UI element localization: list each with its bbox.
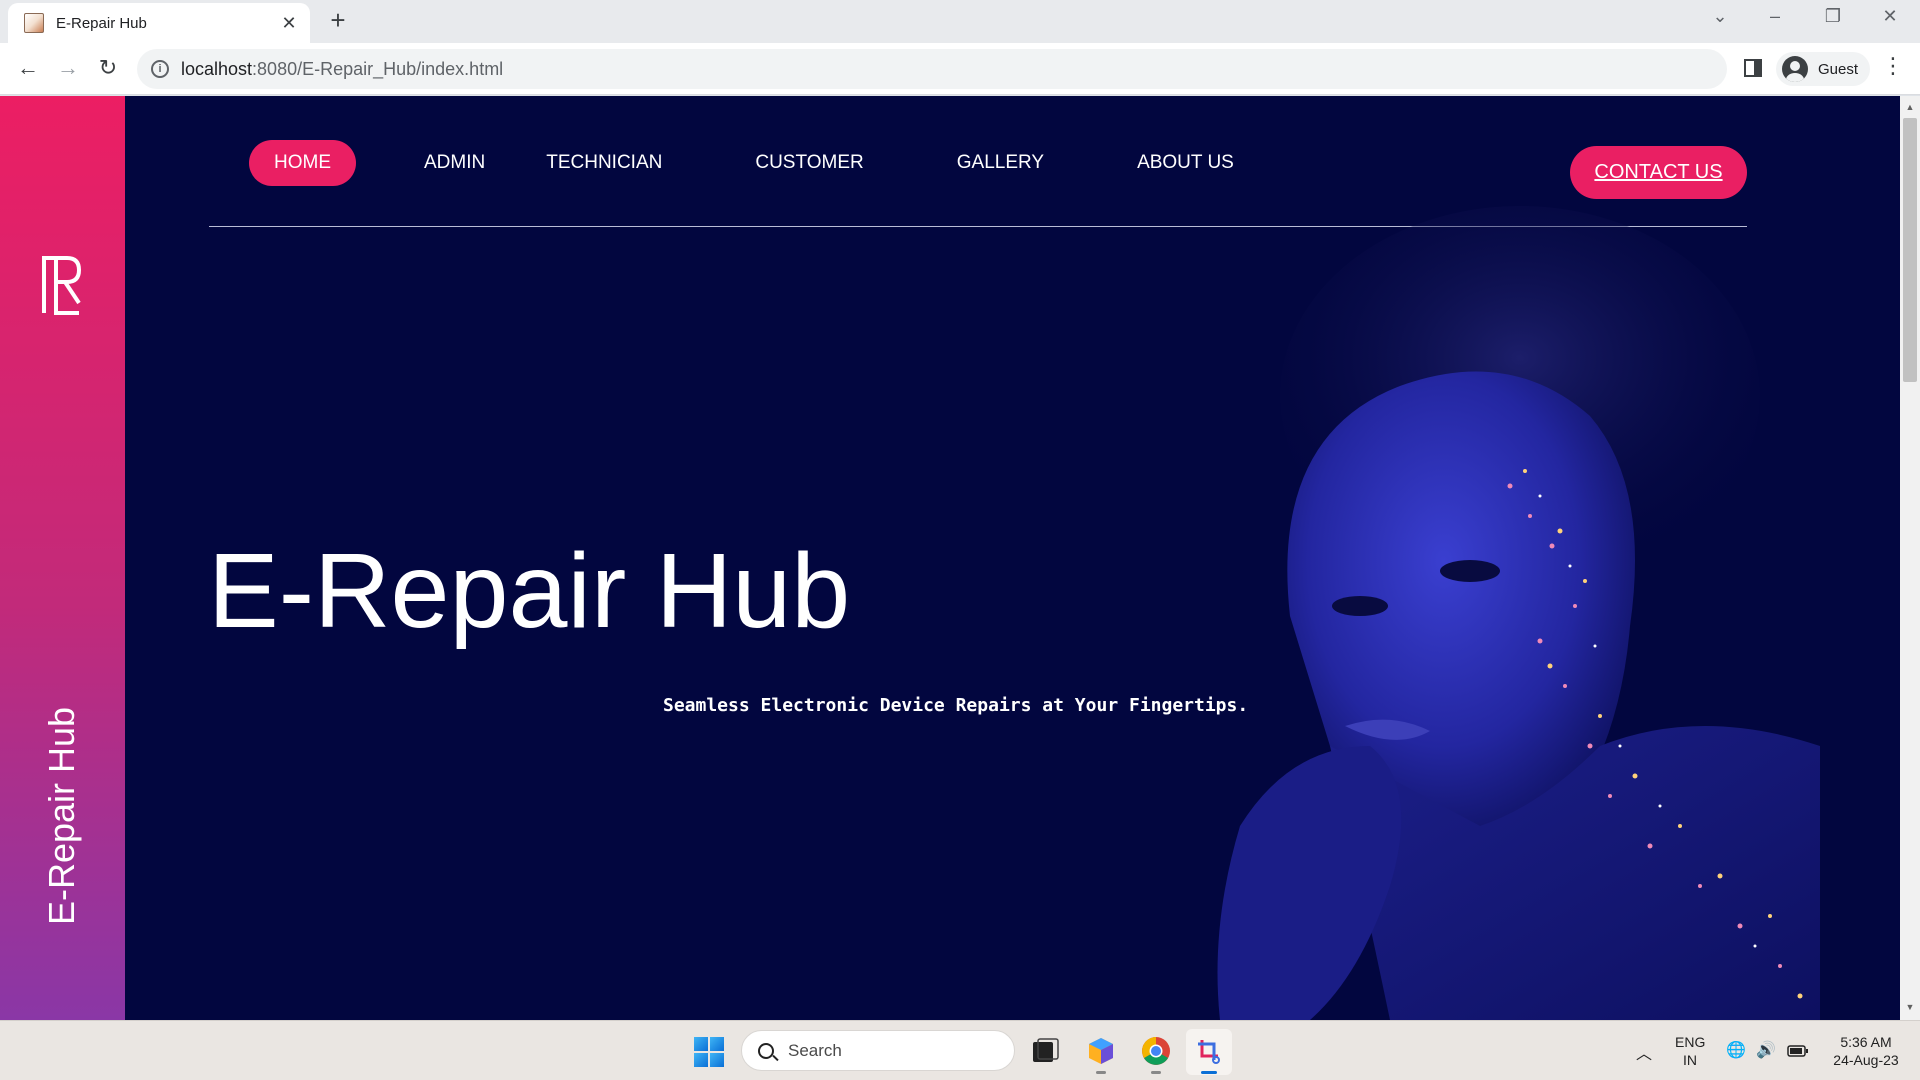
search-icon — [758, 1042, 774, 1059]
hero-portrait-image — [1217, 206, 1820, 1020]
site-info-icon[interactable]: i — [151, 60, 169, 78]
favicon-icon — [24, 13, 44, 33]
hero-subtitle: Seamless Electronic Device Repairs at Yo… — [663, 695, 1249, 716]
chrome-running-indicator — [1151, 1071, 1161, 1074]
close-window-button[interactable]: ✕ — [1870, 6, 1910, 27]
nav-gallery[interactable]: GALLERY — [957, 152, 1044, 174]
clock-date: 24-Aug-23 — [1833, 1052, 1899, 1068]
restore-button[interactable]: ❐ — [1813, 6, 1853, 27]
main-nav: HOME ADMIN TECHNICIAN CUSTOMER GALLERY A… — [249, 140, 1295, 186]
browser-tab-strip: E-Repair Hub ✕ + ⌄ – ❐ ✕ — [0, 0, 1920, 43]
taskbar-search[interactable]: Search — [741, 1030, 1015, 1071]
tab-search-chevron-icon[interactable]: ⌄ — [1700, 6, 1740, 27]
browser-toolbar: ← → ↻ i localhost:8080/E-Repair_Hub/inde… — [0, 43, 1920, 95]
volume-icon[interactable]: 🔊 — [1756, 1040, 1776, 1060]
scroll-down-icon[interactable]: ▼ — [1900, 1002, 1920, 1012]
app-cube-icon[interactable] — [1086, 1036, 1116, 1066]
browser-tab[interactable]: E-Repair Hub ✕ — [8, 3, 310, 43]
battery-icon[interactable] — [1787, 1045, 1809, 1057]
nav-customer[interactable]: CUSTOMER — [755, 152, 863, 174]
profile-button[interactable]: Guest — [1776, 52, 1871, 86]
back-button[interactable]: ← — [13, 55, 43, 81]
scroll-thumb[interactable] — [1903, 118, 1917, 382]
browser-menu-icon[interactable]: ⋮ — [1882, 53, 1904, 79]
app-running-indicator — [1096, 1071, 1106, 1074]
minimize-button[interactable]: – — [1755, 6, 1795, 27]
scroll-up-icon[interactable]: ▲ — [1900, 102, 1920, 112]
region-code: IN — [1683, 1052, 1697, 1068]
search-placeholder: Search — [788, 1040, 842, 1060]
taskbar: Search ︿ ENG IN 🌐 🔊 5:36 AM 24-Aug-23 — [0, 1020, 1920, 1080]
reload-button[interactable]: ↻ — [93, 55, 123, 81]
language-indicator[interactable]: ENG IN — [1675, 1033, 1705, 1069]
nav-technician[interactable]: TECHNICIAN — [546, 152, 662, 174]
profile-name: Guest — [1818, 60, 1859, 78]
task-view-icon[interactable] — [1030, 1036, 1060, 1066]
chrome-icon[interactable] — [1141, 1036, 1171, 1066]
url-path: :8080/E-Repair_Hub/index.html — [252, 58, 504, 79]
clock-time: 5:36 AM — [1840, 1034, 1892, 1050]
nav-about-us[interactable]: ABOUT US — [1137, 152, 1234, 174]
forward-button[interactable]: → — [53, 55, 83, 81]
nav-admin[interactable]: ADMIN — [424, 152, 485, 174]
snipping-tool-icon — [1198, 1040, 1220, 1064]
page-scrollbar[interactable]: ▲ ▼ — [1900, 96, 1920, 1020]
side-panel-icon[interactable] — [1744, 59, 1762, 77]
page-viewport: E-Repair Hub HOME ADMIN TECHNICIAN CUSTO… — [0, 96, 1920, 1020]
start-icon[interactable] — [694, 1037, 724, 1067]
snipping-active-indicator — [1201, 1071, 1217, 1074]
url-host: localhost — [181, 58, 253, 79]
network-globe-icon[interactable]: 🌐 — [1726, 1040, 1746, 1060]
tab-title: E-Repair Hub — [56, 14, 147, 32]
nav-home[interactable]: HOME — [249, 140, 356, 186]
hero-title: E-Repair Hub — [208, 532, 851, 650]
address-bar[interactable]: i localhost:8080/E-Repair_Hub/index.html — [137, 49, 1727, 89]
avatar-icon — [1782, 56, 1808, 82]
show-hidden-icons-chevron[interactable]: ︿ — [1636, 1040, 1652, 1064]
close-tab-icon[interactable]: ✕ — [278, 13, 300, 34]
logo-icon — [42, 256, 82, 315]
sidebar-title: E-Repair Hub — [41, 706, 82, 926]
new-tab-button[interactable]: + — [323, 5, 353, 36]
clock[interactable]: 5:36 AM 24-Aug-23 — [1824, 1033, 1908, 1069]
language-code: ENG — [1675, 1034, 1706, 1050]
sidebar: E-Repair Hub — [0, 96, 125, 1020]
